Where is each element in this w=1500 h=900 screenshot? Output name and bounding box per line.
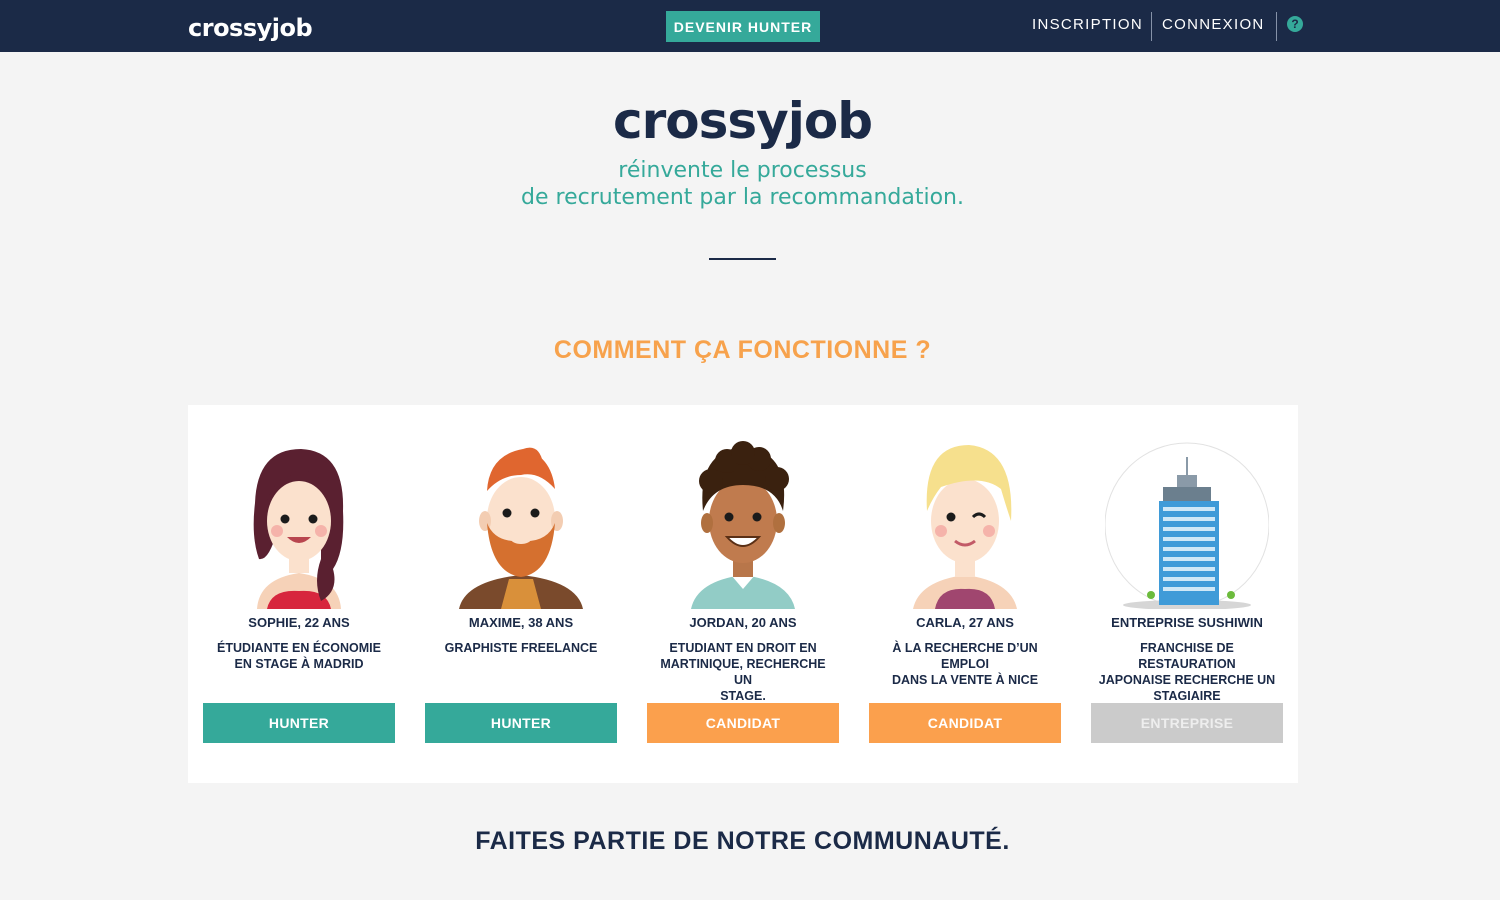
how-it-works-title: COMMENT ÇA FONCTIONNE ? bbox=[553, 336, 932, 364]
tagline-line-1: réinvente le processus bbox=[618, 158, 867, 183]
persona-description: GRAPHISTE FREELANCE bbox=[425, 640, 617, 656]
persona-description-line: DANS LA VENTE À NICE bbox=[891, 673, 1039, 687]
persona-sophie: SOPHIE, 22 ANS ÉTUDIANTE EN ÉCONOMIE EN … bbox=[203, 405, 395, 783]
hero-logo: crossyjob bbox=[612, 92, 873, 150]
hunter-button[interactable]: HUNTER bbox=[425, 703, 617, 743]
persona-description-line: GRAPHISTE FREELANCE bbox=[444, 641, 598, 655]
persona-description-line: JAPONAISE RECHERCHE UN bbox=[1098, 673, 1276, 687]
candidat-button[interactable]: CANDIDAT bbox=[869, 703, 1061, 743]
navbar-logo[interactable]: crossyjob bbox=[188, 14, 313, 42]
hero-divider bbox=[709, 258, 776, 260]
persona-description-line: À LA RECHERCHE D’UN EMPLOI bbox=[892, 641, 1038, 671]
bearded-man-avatar bbox=[459, 447, 583, 609]
community-title: FAITES PARTIE DE NOTRE COMMUNAUTÉ. bbox=[475, 827, 1010, 855]
persona-description-line: STAGE. bbox=[720, 689, 766, 703]
persona-description-line: ETUDIANT EN DROIT EN bbox=[669, 641, 817, 655]
tagline-line-2: de recrutement par la recommandation. bbox=[521, 185, 964, 210]
curly-hair-man-avatar bbox=[691, 441, 795, 609]
persona-maxime: MAXIME, 38 ANS GRAPHISTE FREELANCE HUNTE… bbox=[425, 405, 617, 783]
persona-description: ETUDIANT EN DROIT EN MARTINIQUE, RECHERC… bbox=[647, 640, 839, 704]
persona-description-line: EN STAGE À MADRID bbox=[234, 657, 364, 671]
persona-description: À LA RECHERCHE D’UN EMPLOI DANS LA VENTE… bbox=[869, 640, 1061, 688]
nav-separator bbox=[1276, 12, 1277, 41]
question-circle-icon[interactable]: ? bbox=[1287, 16, 1303, 32]
nav-separator bbox=[1151, 12, 1152, 41]
persona-name: CARLA, 27 ANS bbox=[916, 615, 1014, 630]
persona-description: ÉTUDIANTE EN ÉCONOMIE EN STAGE À MADRID bbox=[203, 640, 395, 672]
persona-description: FRANCHISE DE RESTAURATION JAPONAISE RECH… bbox=[1091, 640, 1283, 704]
hunter-button[interactable]: HUNTER bbox=[203, 703, 395, 743]
persona-entreprise: ENTREPRISE SUSHIWIN FRANCHISE DE RESTAUR… bbox=[1091, 405, 1283, 783]
top-navbar: crossyjob DEVENIR HUNTER INSCRIPTION CON… bbox=[0, 0, 1500, 52]
candidat-button[interactable]: CANDIDAT bbox=[647, 703, 839, 743]
persona-carla: CARLA, 27 ANS À LA RECHERCHE D’UN EMPLOI… bbox=[869, 405, 1061, 783]
woman-dark-hair-avatar bbox=[253, 449, 344, 609]
persona-name: JORDAN, 20 ANS bbox=[689, 615, 797, 630]
persona-description-line: MARTINIQUE, RECHERCHE UN bbox=[660, 657, 826, 687]
persona-description-line: FRANCHISE DE RESTAURATION bbox=[1138, 641, 1236, 671]
connexion-link[interactable]: CONNEXION bbox=[1162, 16, 1265, 33]
persona-name: SOPHIE, 22 ANS bbox=[248, 615, 350, 630]
office-building-avatar bbox=[1105, 442, 1269, 609]
persona-description-line: STAGIAIRE bbox=[1153, 689, 1221, 703]
persona-jordan: JORDAN, 20 ANS ETUDIANT EN DROIT EN MART… bbox=[647, 405, 839, 783]
devenir-hunter-button[interactable]: DEVENIR HUNTER bbox=[666, 11, 820, 42]
entreprise-button[interactable]: ENTREPRISE bbox=[1091, 703, 1283, 743]
personas-card: SOPHIE, 22 ANS ÉTUDIANTE EN ÉCONOMIE EN … bbox=[188, 405, 1298, 783]
inscription-link[interactable]: INSCRIPTION bbox=[1032, 16, 1143, 33]
persona-description-line: ÉTUDIANTE EN ÉCONOMIE bbox=[217, 641, 381, 655]
persona-name: ENTREPRISE SUSHIWIN bbox=[1111, 615, 1263, 630]
blonde-woman-avatar bbox=[913, 445, 1017, 609]
persona-name: MAXIME, 38 ANS bbox=[468, 615, 574, 630]
